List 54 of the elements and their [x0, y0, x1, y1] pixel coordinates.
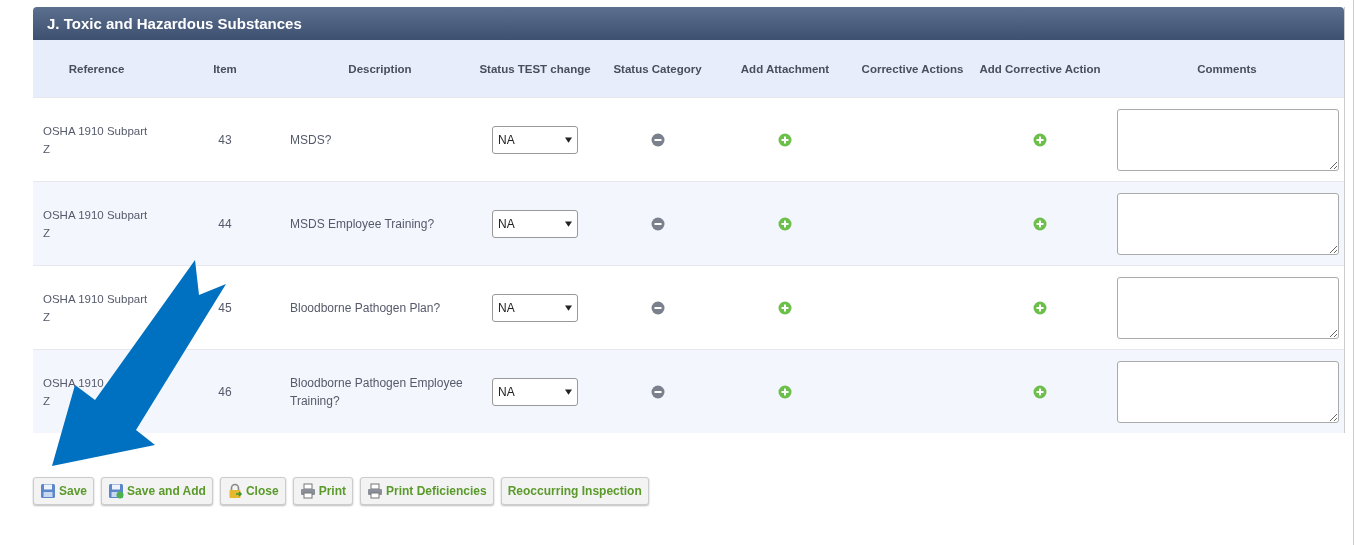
- table-cell-text: OSHA 1910 Subpart Z: [43, 291, 148, 325]
- column-header: Add Attachment: [739, 61, 831, 77]
- action-button[interactable]: Save: [33, 477, 95, 505]
- add-icon[interactable]: [1033, 300, 1047, 315]
- minus-icon[interactable]: [650, 300, 665, 315]
- add-icon[interactable]: [778, 216, 792, 231]
- caret-icon: [565, 136, 572, 143]
- action-button[interactable]: Print Deficiencies: [360, 477, 494, 505]
- add-icon[interactable]: [1033, 216, 1047, 231]
- minus-icon[interactable]: [650, 132, 665, 147]
- action-button[interactable]: Save and Add: [101, 477, 213, 505]
- action-button[interactable]: Close: [219, 477, 286, 505]
- comments-field[interactable]: [1117, 192, 1339, 255]
- column-header: Status TEST change: [478, 61, 592, 77]
- table-cell-text: MSDS?: [290, 131, 332, 149]
- column-header: Comments: [1196, 61, 1258, 77]
- minus-icon[interactable]: [650, 216, 665, 231]
- table-cell-text: 45: [218, 299, 232, 317]
- table-cell-text: OSHA 1910 Z: [43, 375, 104, 409]
- status-select[interactable]: NA: [492, 125, 578, 154]
- printer-icon: [299, 483, 316, 499]
- add-icon[interactable]: [778, 384, 792, 399]
- status-select[interactable]: NA: [492, 377, 578, 406]
- table-cell-text: 43: [218, 131, 232, 149]
- caret-icon: [565, 304, 572, 311]
- column-header: Status Category: [612, 61, 703, 77]
- caret-icon: [565, 220, 572, 227]
- table-cell-text: OSHA 1910 Subpart Z: [43, 207, 148, 241]
- table-cell-text: 46: [218, 383, 232, 401]
- table-cell-text: OSHA 1910 Subpart Z: [43, 123, 148, 157]
- printer-icon: [367, 483, 383, 499]
- status-select[interactable]: NA: [492, 209, 578, 238]
- panel-title: J. Toxic and Hazardous Substances: [47, 15, 302, 32]
- status-select[interactable]: NA: [492, 293, 578, 322]
- add-icon[interactable]: [1033, 132, 1047, 147]
- column-header: Item: [212, 61, 238, 77]
- table-cell-text: Bloodborne Pathogen Employee Training?: [290, 374, 464, 410]
- action-button[interactable]: Print: [292, 477, 353, 505]
- add-icon[interactable]: [778, 300, 792, 315]
- table-cell-text: MSDS Employee Training?: [290, 215, 435, 233]
- table-cell-text: 44: [218, 215, 232, 233]
- caret-icon: [565, 388, 572, 395]
- column-header: Add Corrective Action: [978, 61, 1102, 77]
- column-header: Reference: [67, 61, 126, 77]
- table-cell-text: Bloodborne Pathogen Plan?: [290, 299, 441, 317]
- comments-field[interactable]: [1117, 360, 1339, 423]
- comments-field[interactable]: [1117, 276, 1339, 339]
- minus-icon[interactable]: [650, 384, 665, 399]
- comments-field[interactable]: [1117, 108, 1339, 171]
- add-icon[interactable]: [1033, 384, 1047, 399]
- column-header: Corrective Actions: [860, 61, 965, 77]
- column-header: Description: [347, 61, 413, 77]
- action-button[interactable]: Reoccurring Inspection: [500, 477, 649, 505]
- add-icon[interactable]: [778, 132, 792, 147]
